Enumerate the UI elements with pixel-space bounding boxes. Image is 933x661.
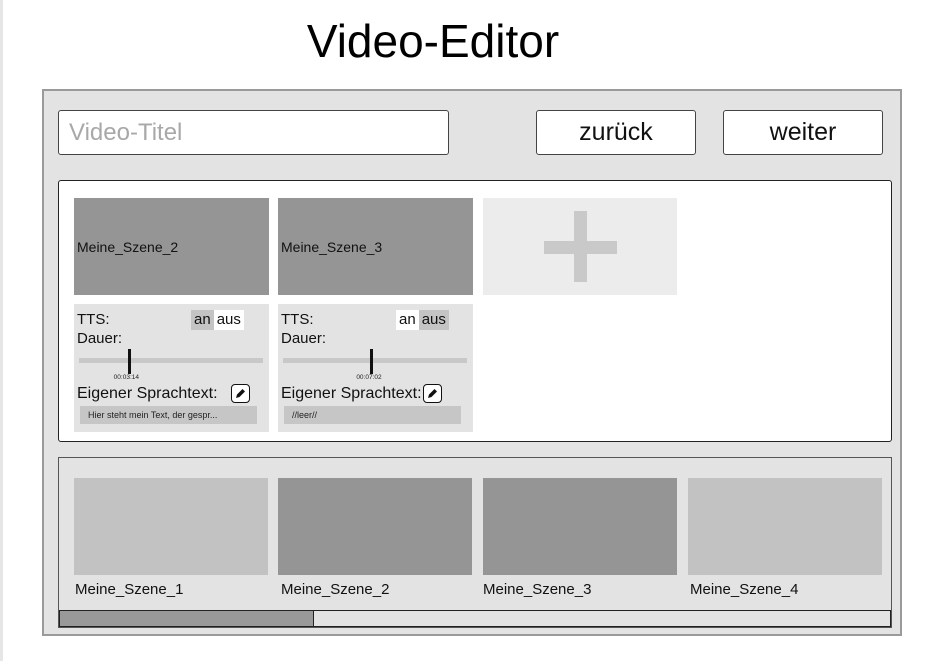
scene-settings-card: TTS: an aus Dauer: 00:07:02 Eigener Spra… xyxy=(278,304,473,432)
speech-text-label: Eigener Sprachtext: xyxy=(77,385,218,402)
speech-text-field[interactable]: Hier steht mein Text, der gespr... xyxy=(80,406,257,424)
tts-toggle[interactable]: an aus xyxy=(396,310,449,330)
duration-value: 00:07:02 xyxy=(356,374,382,381)
timeline-scene-thumbnail[interactable] xyxy=(483,478,677,575)
tts-label: TTS: xyxy=(281,311,314,328)
plus-icon xyxy=(574,211,587,282)
timeline-scene-label: Meine_Szene_2 xyxy=(281,581,390,598)
scene-settings-card: TTS: an aus Dauer: 00:03:14 Eigener Spra… xyxy=(74,304,269,432)
duration-label: Dauer: xyxy=(77,330,123,347)
duration-slider[interactable] xyxy=(79,358,263,363)
video-title-input[interactable] xyxy=(58,110,449,155)
scene-thumbnail[interactable]: Meine_Szene_2 xyxy=(74,198,269,295)
duration-slider-thumb[interactable] xyxy=(127,349,131,374)
tts-on-option[interactable]: an xyxy=(191,310,214,330)
add-scene-button[interactable] xyxy=(483,198,677,295)
back-button[interactable]: zurück xyxy=(536,110,696,155)
timeline-scrollbar-thumb[interactable] xyxy=(60,611,314,626)
tts-off-option[interactable]: aus xyxy=(213,310,244,330)
tts-on-option[interactable]: an xyxy=(396,310,419,330)
duration-slider[interactable] xyxy=(283,358,467,363)
timeline-scene-thumbnail[interactable] xyxy=(688,478,882,575)
duration-slider-thumb[interactable] xyxy=(370,349,374,374)
pencil-icon[interactable] xyxy=(423,384,442,403)
timeline-scrollbar[interactable] xyxy=(59,610,891,627)
page-title: Video-Editor xyxy=(306,15,560,67)
timeline-scene-label: Meine_Szene_1 xyxy=(75,581,184,598)
duration-value: 00:03:14 xyxy=(113,374,139,381)
pencil-icon[interactable] xyxy=(231,384,250,403)
tts-toggle[interactable]: an aus xyxy=(191,310,244,330)
scene-name: Meine_Szene_3 xyxy=(281,238,383,255)
scene-name: Meine_Szene_2 xyxy=(77,238,179,255)
speech-text-label: Eigener Sprachtext: xyxy=(281,385,422,402)
tts-off-option[interactable]: aus xyxy=(418,310,449,330)
timeline-scene-label: Meine_Szene_4 xyxy=(690,581,799,598)
duration-label: Dauer: xyxy=(281,330,327,347)
timeline-scene-label: Meine_Szene_3 xyxy=(483,581,592,598)
speech-text-field[interactable]: //leer// xyxy=(284,406,461,424)
timeline-scene-thumbnail[interactable] xyxy=(74,478,268,575)
tts-label: TTS: xyxy=(77,311,110,328)
timeline-scene-thumbnail[interactable] xyxy=(278,478,472,575)
scene-thumbnail[interactable]: Meine_Szene_3 xyxy=(278,198,473,295)
next-button[interactable]: weiter xyxy=(723,110,883,155)
page-edge xyxy=(0,0,3,661)
